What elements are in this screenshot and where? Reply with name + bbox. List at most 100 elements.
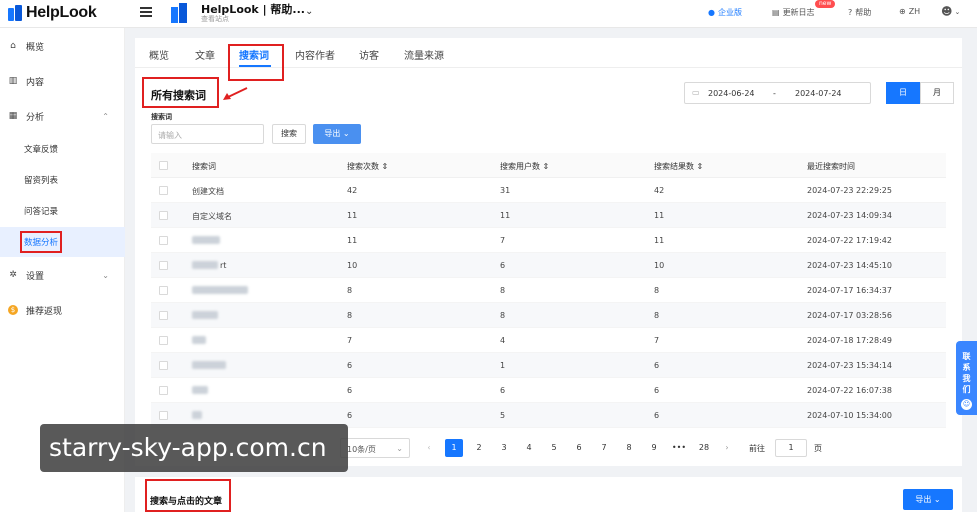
coin-icon: $ [8, 305, 18, 315]
search-input[interactable]: 请输入 [151, 124, 264, 144]
export-articles-button[interactable]: 导出 ⌄ [903, 489, 953, 510]
table-row[interactable]: 创建文档 42 31 42 2024-07-23 22:29:25 [151, 178, 946, 203]
changelog-button[interactable]: ▤ 更新日志 [772, 7, 815, 18]
page-button[interactable]: 6 [570, 439, 588, 457]
language-switcher[interactable]: ⊕ ZH [899, 7, 920, 16]
sidebar-item-analytics[interactable]: ▦ 分析 ⌃ [0, 101, 125, 131]
logo-icon [8, 5, 22, 21]
view-site-link[interactable]: 查看站点 [201, 14, 229, 24]
export-button[interactable]: 导出 ⌄ [313, 124, 361, 144]
row-checkbox[interactable] [159, 311, 168, 320]
enterprise-label: 企业版 [717, 8, 742, 17]
redacted-term [192, 361, 226, 369]
help-icon: ? [848, 8, 853, 17]
sidebar-subitem-feedback[interactable]: 文章反馈 [0, 134, 125, 164]
cell-results: 11 [654, 236, 665, 245]
page-button[interactable]: 3 [495, 439, 513, 457]
sidebar-subitem-data-analysis[interactable]: 数据分析 [0, 227, 125, 257]
sidebar-item-content[interactable]: ▥ 内容 [0, 66, 125, 96]
search-button[interactable]: 搜索 [272, 124, 306, 144]
cell-term: 自定义域名 [192, 212, 232, 221]
prev-page-button[interactable]: ‹ [420, 439, 438, 457]
highlight-box-tab [228, 44, 284, 81]
tab-overview[interactable]: 概览 [149, 47, 169, 62]
enterprise-badge[interactable]: ● 企业版 [708, 7, 742, 18]
cell-results: 6 [654, 411, 660, 420]
cell-users: 5 [500, 411, 506, 420]
sidebar-item-settings[interactable]: ✲ 设置 ⌄ [0, 260, 125, 290]
date-end[interactable]: 2024-07-24 [795, 89, 842, 98]
cell-users: 1 [500, 361, 506, 370]
table-row[interactable]: 11 7 11 2024-07-22 17:19:42 [151, 228, 946, 253]
select-all-checkbox[interactable] [159, 161, 168, 170]
column-header-count[interactable]: 搜索次数 ⇕ [347, 161, 388, 172]
table-row[interactable]: 7 4 7 2024-07-18 17:28:49 [151, 328, 946, 353]
sidebar-subitem-qa-records[interactable]: 问答记录 [0, 196, 125, 226]
cell-time: 2024-07-10 15:34:00 [807, 411, 892, 420]
help-button[interactable]: ? 帮助 [848, 7, 871, 18]
goto-label: 前往 [749, 444, 765, 453]
row-checkbox[interactable] [159, 386, 168, 395]
page-button[interactable]: 5 [545, 439, 563, 457]
row-checkbox[interactable] [159, 361, 168, 370]
page-button[interactable]: 1 [445, 439, 463, 457]
page-button[interactable]: 7 [595, 439, 613, 457]
user-avatar-icon[interactable]: ☻ ⌄ [941, 5, 960, 18]
calendar-icon: ▭ [692, 88, 700, 97]
help-label: 帮助 [855, 8, 872, 17]
table-header: 搜索词 搜索次数 ⇕ 搜索用户数 ⇕ 搜索结果数 ⇕ 最近搜索时间 [151, 153, 946, 178]
row-checkbox[interactable] [159, 236, 168, 245]
page-button[interactable]: 8 [620, 439, 638, 457]
row-checkbox[interactable] [159, 211, 168, 220]
table-row[interactable]: rt 10 6 10 2024-07-23 14:45:10 [151, 253, 946, 278]
row-checkbox[interactable] [159, 286, 168, 295]
goto-page-input[interactable]: 1 [775, 439, 807, 457]
tab-articles[interactable]: 文章 [195, 47, 215, 62]
contact-us-button[interactable]: 联系我们 ☺ [956, 341, 977, 415]
row-checkbox[interactable] [159, 186, 168, 195]
tab-authors[interactable]: 内容作者 [295, 47, 335, 62]
next-page-button[interactable]: › [718, 439, 736, 457]
chevron-down-icon: ⌄ [396, 444, 403, 453]
row-checkbox[interactable] [159, 411, 168, 420]
tab-traffic-sources[interactable]: 流量来源 [404, 47, 444, 62]
row-checkbox[interactable] [159, 261, 168, 270]
sidebar-subitem-label: 留资列表 [24, 176, 59, 186]
range-day-button[interactable]: 日 [886, 82, 920, 104]
page-button[interactable]: 28 [695, 439, 713, 457]
pagination-ellipsis[interactable]: ••• [670, 439, 688, 457]
cell-time: 2024-07-22 17:19:42 [807, 236, 892, 245]
table-row[interactable]: 6 1 6 2024-07-23 15:34:14 [151, 353, 946, 378]
cell-count: 7 [347, 336, 353, 345]
sidebar-subitem-leads[interactable]: 留资列表 [0, 165, 125, 195]
column-header-results[interactable]: 搜索结果数 ⇕ [654, 161, 703, 172]
date-separator: - [773, 89, 776, 98]
cell-time: 2024-07-22 16:07:38 [807, 386, 892, 395]
cell-count: 10 [347, 261, 358, 270]
sidebar-item-referral[interactable]: $ 推荐返现 [0, 295, 125, 325]
tab-visitors[interactable]: 访客 [359, 47, 379, 62]
gear-icon: ✲ [9, 270, 17, 280]
column-header-users[interactable]: 搜索用户数 ⇕ [500, 161, 549, 172]
row-checkbox[interactable] [159, 336, 168, 345]
sidebar-item-label: 内容 [26, 77, 45, 88]
date-range-picker[interactable]: ▭ 2024-06-24 - 2024-07-24 [684, 82, 871, 104]
table-row[interactable]: 6 6 6 2024-07-22 16:07:38 [151, 378, 946, 403]
helplook-logo[interactable]: HelpLook [8, 4, 97, 22]
table-row[interactable]: 自定义域名 11 11 11 2024-07-23 14:09:34 [151, 203, 946, 228]
cell-count: 11 [347, 236, 358, 245]
table-row[interactable]: 8 8 8 2024-07-17 03:28:56 [151, 303, 946, 328]
page-size-select[interactable]: 10条/页 ⌄ [340, 438, 410, 458]
page-button[interactable]: 2 [470, 439, 488, 457]
sidebar-item-overview[interactable]: ⌂ 概览 [0, 31, 125, 61]
top-bar: HelpLook HelpLook | 帮助... 查看站点 ⌄ ● 企业版 ▤… [0, 0, 977, 28]
sidebar-subitem-label: 文章反馈 [24, 145, 59, 155]
page-button[interactable]: 4 [520, 439, 538, 457]
range-month-button[interactable]: 月 [920, 82, 954, 104]
date-start[interactable]: 2024-06-24 [708, 89, 755, 98]
chevron-down-icon: ⌄ [102, 270, 109, 280]
menu-toggle-icon[interactable] [140, 7, 152, 17]
table-row[interactable]: 8 8 8 2024-07-17 16:34:37 [151, 278, 946, 303]
page-button[interactable]: 9 [645, 439, 663, 457]
chevron-down-icon[interactable]: ⌄ [305, 6, 313, 17]
